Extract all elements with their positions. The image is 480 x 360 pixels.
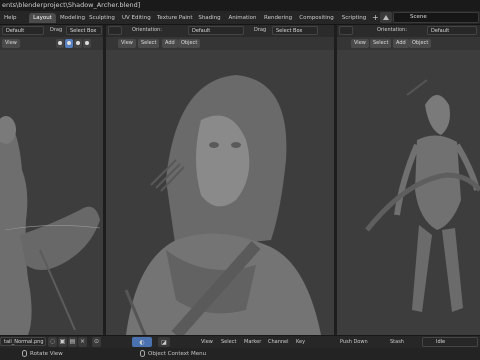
status-left-text: Rotate View	[30, 351, 63, 357]
timeline-menu-key[interactable]: Key	[296, 338, 305, 347]
scene-icon-button[interactable]	[380, 12, 392, 23]
center-menu-view[interactable]: View	[118, 39, 136, 48]
timeline-menu-channel[interactable]: Channel	[268, 338, 289, 347]
duplicate-icon: ▣	[59, 338, 66, 345]
left-menu-view[interactable]: View	[2, 39, 20, 48]
viewport-right-subheader: View Select Add Object	[337, 37, 480, 50]
tab-layout[interactable]: Layout	[29, 13, 56, 23]
timeline-editor-type[interactable]: ◐	[132, 337, 152, 347]
action-name: Idle	[436, 339, 446, 345]
right-menu-add[interactable]: Add	[393, 39, 409, 48]
mouse-middle-icon	[22, 350, 27, 357]
status-bar: Rotate View Object Context Menu	[0, 348, 480, 360]
shield-icon: ◌	[49, 338, 56, 345]
tab-compositing[interactable]: Compositing	[296, 13, 337, 23]
unlink-image-button[interactable]: ×	[78, 337, 87, 347]
bottom-editors-bar: tail_Normal.png ◌ ▣ ▤ × ⊙ ◐ ◪ View Selec…	[0, 335, 480, 348]
tab-animation[interactable]: Animation	[225, 13, 260, 23]
add-workspace-button[interactable]: +	[372, 13, 379, 23]
pin-button[interactable]: ⊙	[92, 337, 101, 347]
wireframe-shading-icon[interactable]	[56, 39, 64, 48]
tab-modeling[interactable]: Modeling	[57, 13, 85, 23]
tab-uv-editing[interactable]: UV Editing	[119, 13, 153, 23]
open-image-button[interactable]: ▤	[68, 337, 77, 347]
center-menu-object[interactable]: Object	[178, 39, 201, 48]
tab-texture-paint[interactable]: Texture Paint	[154, 13, 194, 23]
right-orientation-label: Orientation:	[377, 27, 407, 33]
solid-shading-icon[interactable]	[65, 39, 73, 48]
right-mode-dropdown[interactable]	[339, 26, 353, 35]
dopesheet-icon: ◪	[161, 339, 167, 346]
material-shading-icon[interactable]	[74, 39, 82, 48]
viewport-right[interactable]: Orientation: Default View Select Add Obj…	[337, 25, 480, 335]
fake-user-button[interactable]: ◌	[48, 337, 57, 347]
status-middle-hint: Object Context Menu	[140, 349, 206, 359]
menu-help[interactable]: Help	[4, 13, 17, 23]
pin-icon: ⊙	[93, 338, 100, 345]
viewport-center[interactable]: Orientation: Default Drag Select Box Vie…	[106, 25, 334, 335]
right-menu-select[interactable]: Select	[370, 39, 392, 48]
left-drag-label: Drag	[50, 27, 63, 33]
left-mode-dropdown[interactable]: Default	[2, 26, 44, 35]
center-menu-select[interactable]: Select	[138, 39, 160, 48]
center-drag-select[interactable]: Select Box	[272, 26, 318, 35]
center-orientation-label: Orientation:	[132, 27, 162, 33]
center-drag-label: Drag	[254, 27, 267, 33]
scene-name: Scene	[410, 14, 427, 20]
rendered-shading-icon[interactable]	[83, 39, 91, 48]
timeline-menu-select[interactable]: Select	[221, 338, 236, 347]
center-orientation-dropdown[interactable]: Default	[188, 26, 244, 35]
tab-scripting[interactable]: Scripting	[338, 13, 370, 23]
viewport-center-subheader: View Select Add Object	[106, 37, 334, 50]
left-drag-select[interactable]: Select Box	[66, 26, 102, 35]
right-menu-object[interactable]: Object	[409, 39, 432, 48]
dopesheet-mode-button[interactable]: ◪	[158, 337, 170, 347]
tab-rendering[interactable]: Rendering	[261, 13, 295, 23]
status-middle-text: Object Context Menu	[148, 351, 207, 357]
scene-selector[interactable]: Scene	[393, 12, 479, 23]
left-archer-figure	[0, 116, 101, 335]
mouse-right-icon	[140, 350, 145, 357]
stash-button[interactable]: Stash	[390, 338, 404, 347]
push-down-button[interactable]: Push Down	[340, 338, 368, 347]
scene-icon	[383, 15, 389, 20]
timeline-menu-view[interactable]: View	[201, 338, 213, 347]
left-shading-buttons[interactable]	[56, 39, 91, 48]
new-image-button[interactable]: ▣	[58, 337, 67, 347]
tab-shading[interactable]: Shading	[195, 13, 224, 23]
right-orientation-dropdown[interactable]: Default	[427, 26, 477, 35]
folder-icon: ▤	[69, 338, 76, 345]
image-name-field[interactable]: tail_Normal.png	[0, 337, 46, 346]
tab-sculpting[interactable]: Sculpting	[86, 13, 118, 23]
top-menu-bar: Help Layout Modeling Sculpting UV Editin…	[0, 11, 480, 25]
timeline-menu-marker[interactable]: Marker	[244, 338, 261, 347]
right-menu-view[interactable]: View	[351, 39, 369, 48]
editor-type-icon: ◐	[139, 339, 145, 346]
right-archer-figure	[365, 79, 480, 312]
status-left-hint: Rotate View	[22, 349, 63, 359]
window-title-bar: ents\blenderproject\Shadow_Archer.blend]	[0, 0, 480, 11]
window-title: ents\blenderproject\Shadow_Archer.blend]	[2, 1, 141, 9]
viewport-left-subheader: View	[0, 37, 103, 50]
center-mode-dropdown[interactable]	[108, 26, 122, 35]
center-archer-closeup	[124, 75, 321, 335]
close-icon: ×	[79, 338, 86, 345]
viewport-left[interactable]: Default Drag Select Box View	[0, 25, 103, 335]
center-menu-add[interactable]: Add	[162, 39, 178, 48]
action-selector[interactable]: Idle	[422, 337, 478, 347]
